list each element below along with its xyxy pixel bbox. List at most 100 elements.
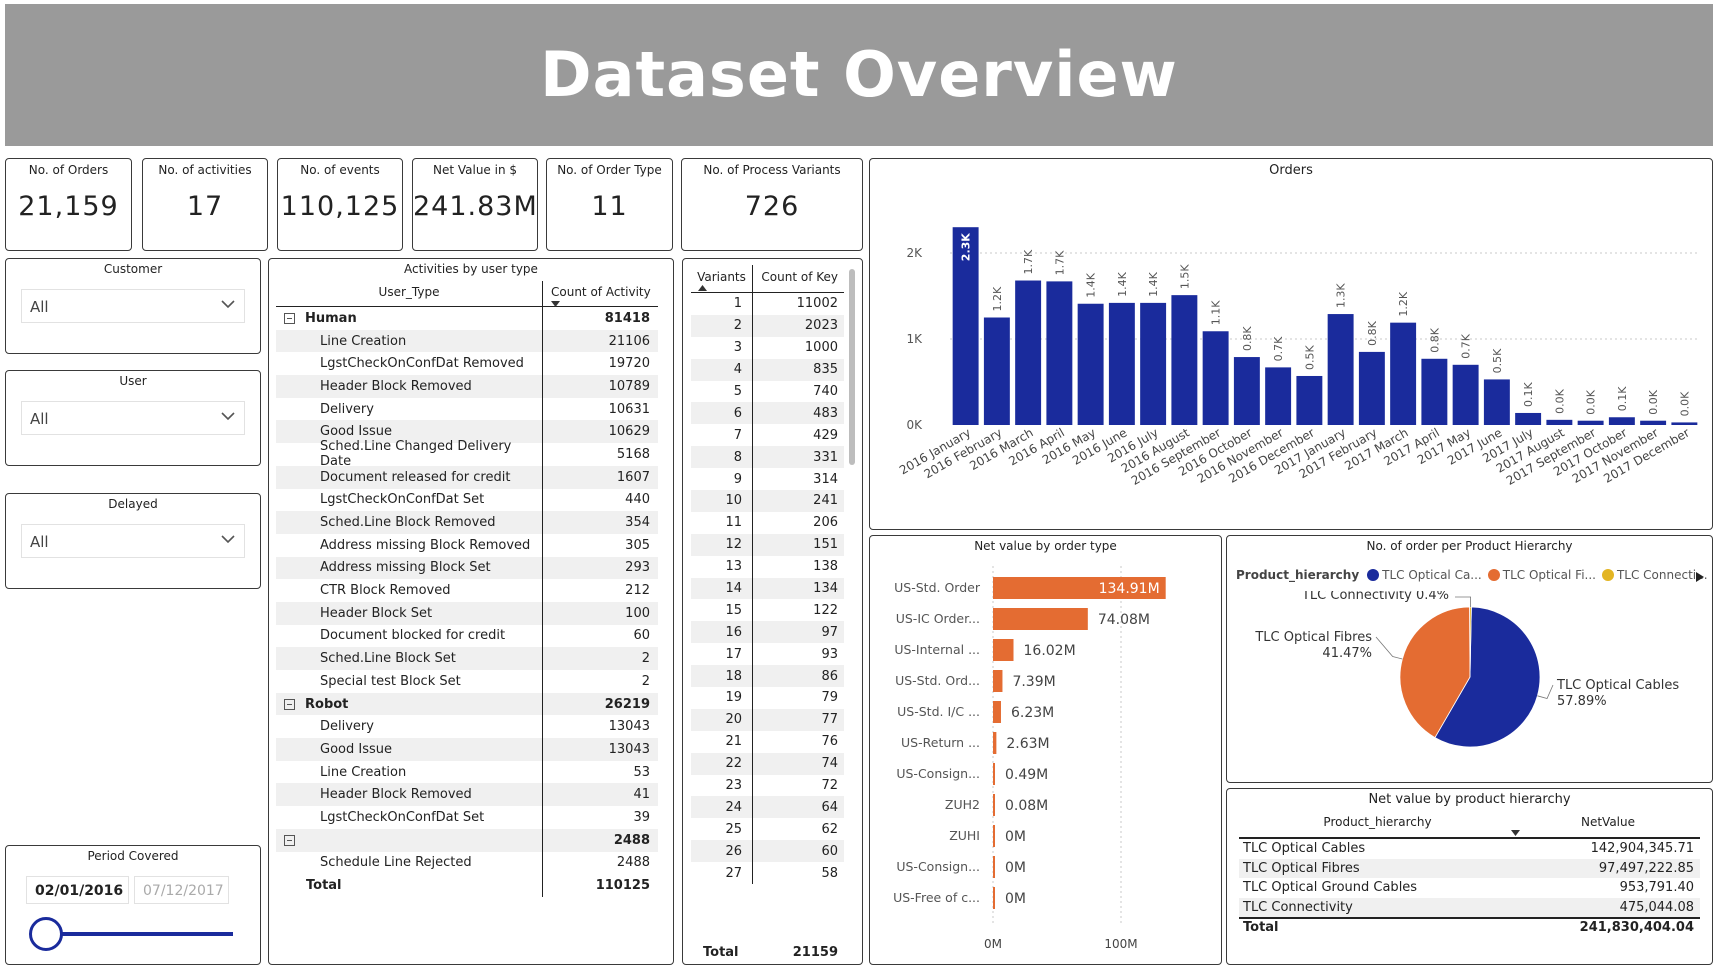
net-value-bar[interactable] [993,794,995,816]
legend-item[interactable]: TLC Optical Ca... [1382,568,1482,582]
variant-count: 72 [821,778,838,794]
customer-dropdown[interactable]: All [21,289,245,323]
end-date-input[interactable]: 07/12/2017 [134,876,229,904]
order-bar[interactable] [1296,375,1323,425]
data-label: 1.3K [1335,283,1348,308]
title-banner: Dataset Overview [5,4,1713,146]
row-value: 39 [633,809,650,825]
column-header-variants[interactable]: Variants [691,265,753,292]
net-value-bar[interactable] [993,763,995,785]
column-header-netvalue[interactable]: NetValue [1516,813,1700,837]
variant-count: 740 [813,384,838,399]
data-label: 1.4K [1116,271,1129,296]
activities-table: User_Type Count of Activity Human 81418 Li… [276,281,658,897]
collapse-toggle-icon[interactable] [284,312,295,324]
order-bar[interactable] [1108,302,1135,425]
net-value-bar[interactable] [993,670,1003,692]
page-title: Dataset Overview [540,38,1178,111]
activities-table-body: Human 81418 Line Creation 21106 LgstCheckOnC… [276,307,658,897]
column-header-count-key[interactable]: Count of Key [753,265,844,292]
vertical-scrollbar[interactable] [849,269,855,465]
net-value-bar[interactable] [993,825,995,847]
row-label: Header Block Removed [320,378,472,394]
group-row[interactable]: 2488 [276,828,658,852]
group-row[interactable]: Robot 26219 [276,692,658,716]
start-date-value: 02/01/2016 [35,883,124,899]
table-row: 15 122 [691,599,844,622]
column-header-product[interactable]: Product_hierarchy [1239,813,1520,837]
row-label-cell: Header Block Removed [276,375,543,398]
end-date-value: 07/12/2017 [143,883,224,899]
net-value-bar[interactable] [993,608,1088,630]
variant-count: 138 [813,559,838,575]
variant-count: 86 [821,668,838,684]
variants-table: Variants Count of Key 1 11002 2 2023 3 1000 4 8… [691,265,844,885]
order-bar[interactable] [1077,303,1104,425]
start-date-input[interactable]: 02/01/2016 [26,876,129,904]
order-bar[interactable] [1515,412,1542,425]
collapse-toggle-icon[interactable] [284,834,295,846]
order-bar[interactable] [1577,420,1604,425]
group-row[interactable]: Human 81418 [276,307,658,330]
order-bar[interactable] [1671,422,1698,425]
delayed-dropdown[interactable]: All [21,524,245,558]
chevron-down-icon [221,412,235,421]
order-bar[interactable] [1608,417,1635,425]
row-label: Sched.Line Block Set [320,651,456,667]
order-bar[interactable] [1015,280,1042,425]
legend-item[interactable]: TLC Connecti... [1617,568,1708,582]
order-bar[interactable] [1483,379,1510,425]
row-value: 41 [633,787,650,803]
data-label: 0.49M [1005,767,1048,783]
column-header-count[interactable]: Count of Activity [543,281,658,307]
kpi-label: No. of activities [158,163,252,177]
order-bar[interactable] [1171,295,1198,425]
table-row: 21 76 [691,730,844,753]
order-bar[interactable] [1265,367,1292,425]
legend-item[interactable]: TLC Optical Fi... [1503,568,1596,582]
variant-count: 134 [813,581,838,597]
table-row: LgstCheckOnConfDat Set 39 [276,806,658,829]
net-value-bar[interactable] [993,701,1001,723]
order-bar[interactable] [1140,302,1167,425]
data-label: 2.3K [960,233,973,261]
table-row: Document released for credit 1607 [276,465,658,489]
table-row: TLC Optical Ground Cables 953,791.40 [1239,878,1700,898]
net-value-bar[interactable] [993,732,997,754]
net-value-bar[interactable] [993,639,1014,661]
date-slider-track[interactable] [36,932,233,936]
row-value: 1607 [616,469,650,485]
collapse-toggle-icon[interactable] [284,698,295,710]
order-bar[interactable] [1046,281,1073,425]
row-label: LgstCheckOnConfDat Removed [320,356,524,372]
variant-count: 2023 [804,318,838,334]
product-netvalue: 142,904,345.71 [1590,841,1694,857]
row-label: Human [305,310,357,326]
order-bar[interactable] [1233,357,1260,425]
data-label: 1.2K [1397,291,1410,316]
row-label-cell: Sched.Line Block Removed [276,511,543,534]
order-bar[interactable] [1640,420,1667,425]
product-name: TLC Optical Cables [1243,841,1366,857]
order-bar[interactable] [1421,358,1448,425]
net-value-bar[interactable] [993,856,995,878]
table-row: 8 331 [691,446,844,469]
order-bar[interactable] [1327,314,1354,425]
net-value-bar[interactable] [993,887,995,909]
kpi-value: 11 [591,191,628,222]
order-bar[interactable] [1452,364,1479,425]
user-dropdown[interactable]: All [21,401,245,435]
order-bar[interactable] [1358,351,1385,425]
table-title: Net value by product hierarchy [1368,792,1571,807]
column-header-user-type[interactable]: User_Type [276,281,543,306]
customer-slicer: Customer All [5,258,261,354]
order-bar[interactable] [1202,331,1229,425]
table-row: 14 134 [691,577,844,600]
date-slider-handle[interactable] [29,917,63,951]
column-header-label: Variants [697,270,746,284]
row-label: Document blocked for credit [320,628,506,644]
order-bar[interactable] [1546,419,1573,425]
order-bar[interactable] [1390,322,1417,425]
legend-next-icon[interactable] [1696,572,1704,582]
order-bar[interactable] [983,317,1010,426]
